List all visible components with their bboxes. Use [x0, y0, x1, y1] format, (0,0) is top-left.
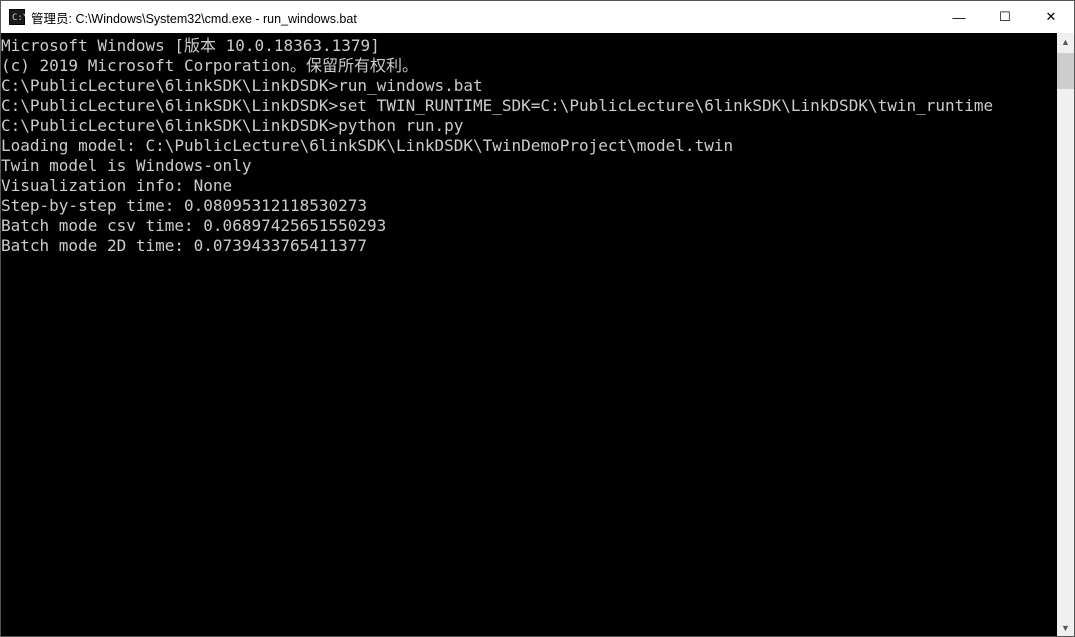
window-title: 管理员: C:\Windows\System32\cmd.exe - run_w… [31, 8, 936, 27]
terminal-line: Twin model is Windows-only [1, 156, 1057, 176]
window-controls: — ☐ ✕ [936, 1, 1074, 33]
terminal-line: Visualization info: None [1, 176, 1057, 196]
terminal-line: C:\PublicLecture\6linkSDK\LinkDSDK>pytho… [1, 116, 1057, 136]
terminal-line: (c) 2019 Microsoft Corporation。保留所有权利。 [1, 56, 1057, 76]
close-button[interactable]: ✕ [1028, 1, 1074, 33]
scroll-thumb[interactable] [1057, 53, 1074, 89]
terminal-line: Microsoft Windows [版本 10.0.18363.1379] [1, 36, 1057, 56]
cmd-icon: C:\ [9, 9, 25, 25]
terminal-output[interactable]: Microsoft Windows [版本 10.0.18363.1379](c… [1, 33, 1057, 636]
terminal-line: Batch mode csv time: 0.06897425651550293 [1, 216, 1057, 236]
terminal-line: Loading model: C:\PublicLecture\6linkSDK… [1, 136, 1057, 156]
vertical-scrollbar[interactable]: ▲ ▼ [1057, 33, 1074, 636]
client-area: Microsoft Windows [版本 10.0.18363.1379](c… [1, 33, 1074, 636]
terminal-line: C:\PublicLecture\6linkSDK\LinkDSDK>run_w… [1, 76, 1057, 96]
terminal-line: Step-by-step time: 0.08095312118530273 [1, 196, 1057, 216]
cmd-window: C:\ 管理员: C:\Windows\System32\cmd.exe - r… [0, 0, 1075, 637]
maximize-button[interactable]: ☐ [982, 1, 1028, 33]
titlebar[interactable]: C:\ 管理员: C:\Windows\System32\cmd.exe - r… [1, 1, 1074, 33]
scroll-up-arrow-icon[interactable]: ▲ [1057, 33, 1074, 50]
minimize-button[interactable]: — [936, 1, 982, 33]
terminal-line: C:\PublicLecture\6linkSDK\LinkDSDK>set T… [1, 96, 1057, 116]
scroll-down-arrow-icon[interactable]: ▼ [1057, 619, 1074, 636]
svg-text:C:\: C:\ [12, 13, 25, 23]
terminal-line: Batch mode 2D time: 0.0739433765411377 [1, 236, 1057, 256]
